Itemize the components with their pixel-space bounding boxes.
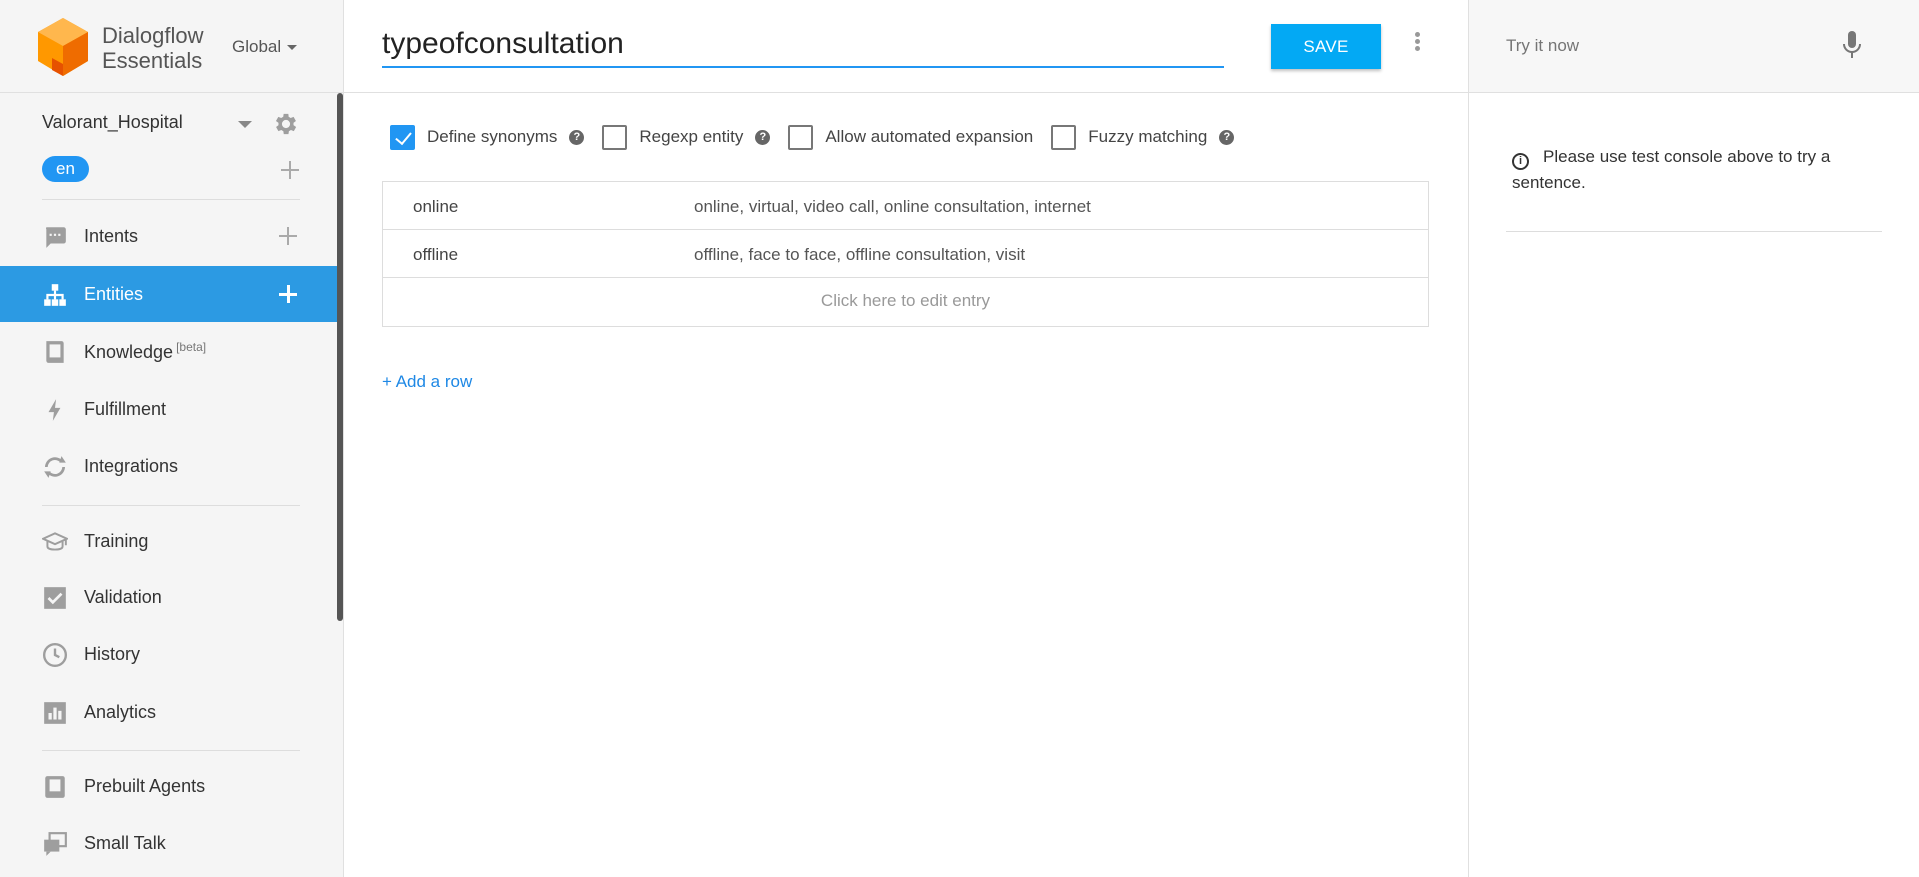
agent-selector[interactable]: Valorant_Hospital bbox=[42, 110, 302, 138]
product-name-line2: Essentials bbox=[102, 48, 203, 73]
sidebar-item-small-talk[interactable]: Small Talk bbox=[0, 815, 337, 871]
entry-synonyms[interactable]: online, virtual, video call, online cons… bbox=[694, 197, 1091, 217]
sidebar-item-label: Analytics bbox=[84, 701, 157, 722]
dialogflow-logo[interactable] bbox=[38, 18, 88, 76]
small-talk-icon bbox=[44, 832, 67, 856]
sidebar-item-label: Validation bbox=[84, 586, 162, 607]
entity-editor-header: SAVE bbox=[344, 0, 1468, 93]
table-row[interactable]: offline offline, face to face, offline c… bbox=[383, 230, 1428, 278]
sidebar-item-validation[interactable]: Validation bbox=[0, 569, 337, 625]
add-row-link[interactable]: + Add a row bbox=[382, 372, 472, 392]
info-icon: i bbox=[1512, 153, 1529, 170]
table-row[interactable]: online online, virtual, video call, onli… bbox=[383, 182, 1428, 230]
chevron-down-icon bbox=[287, 44, 298, 50]
knowledge-label: Knowledge bbox=[84, 341, 174, 362]
sidebar-item-intents[interactable]: Intents bbox=[0, 208, 337, 264]
option-label: Define synonyms bbox=[427, 127, 558, 146]
sidebar-item-knowledge[interactable]: Knowledge [beta] bbox=[0, 323, 337, 379]
sidebar-item-label: Prebuilt Agents bbox=[84, 775, 206, 796]
entry-reference-value[interactable]: online bbox=[413, 197, 458, 217]
region-selector[interactable]: Global bbox=[232, 37, 298, 57]
option-regexp-entity: Regexp entity ? bbox=[602, 124, 771, 150]
sidebar-scrollbar[interactable] bbox=[337, 93, 343, 621]
integrations-icon bbox=[44, 456, 66, 478]
option-label: Allow automated expansion bbox=[825, 127, 1034, 146]
beta-tag: [beta] bbox=[176, 339, 207, 354]
sidebar-item-integrations[interactable]: Integrations bbox=[0, 438, 337, 494]
add-intent-icon[interactable] bbox=[279, 227, 297, 245]
entity-name-input[interactable] bbox=[382, 22, 1224, 68]
entity-options: Define synonyms ? Regexp entity ? Allow … bbox=[390, 123, 1252, 151]
intents-icon bbox=[46, 227, 66, 248]
sidebar-item-label: Small Talk bbox=[84, 832, 166, 853]
sidebar-item-history[interactable]: History bbox=[0, 626, 337, 682]
regexp-entity-checkbox[interactable] bbox=[602, 124, 628, 150]
option-label: Regexp entity bbox=[639, 127, 744, 146]
product-name-line1: Dialogflow bbox=[102, 23, 204, 48]
product-name: Dialogflow Essentials bbox=[102, 23, 222, 73]
sidebar-item-prebuilt-agents[interactable]: Prebuilt Agents bbox=[0, 758, 337, 814]
info-message-text: Please use test console above to try a s… bbox=[1512, 147, 1831, 192]
add-entity-icon[interactable] bbox=[279, 285, 297, 303]
help-icon[interactable]: ? bbox=[1219, 129, 1235, 145]
language-badge[interactable]: en bbox=[42, 156, 89, 182]
entity-entries-table: online online, virtual, video call, onli… bbox=[382, 181, 1429, 327]
sidebar-divider bbox=[42, 505, 300, 506]
agent-dropdown-icon[interactable] bbox=[238, 121, 252, 128]
sidebar-item-entities[interactable]: Entities bbox=[0, 266, 337, 322]
prebuilt-agents-icon bbox=[45, 776, 65, 798]
add-language-icon[interactable] bbox=[281, 161, 299, 179]
sidebar-item-label: Intents bbox=[84, 225, 139, 246]
info-message: i Please use test console above to try a … bbox=[1512, 144, 1872, 195]
edit-entry-hint[interactable]: Click here to edit entry bbox=[383, 278, 1428, 324]
entry-synonyms[interactable]: offline, face to face, offline consultat… bbox=[694, 245, 1025, 265]
brand-header: Dialogflow Essentials Global bbox=[0, 0, 344, 93]
define-synonyms-checkbox[interactable] bbox=[390, 124, 415, 150]
more-options-icon[interactable] bbox=[1413, 32, 1421, 54]
knowledge-icon bbox=[46, 341, 64, 363]
help-icon[interactable]: ? bbox=[755, 129, 771, 145]
panel-divider bbox=[1506, 231, 1882, 232]
sidebar-item-training[interactable]: Training bbox=[0, 513, 337, 569]
option-automated-expansion: Allow automated expansion bbox=[788, 124, 1034, 150]
analytics-icon bbox=[44, 702, 66, 724]
sidebar-divider bbox=[42, 199, 300, 200]
fuzzy-matching-checkbox[interactable] bbox=[1051, 124, 1077, 150]
sidebar: Dialogflow Essentials Global Valorant_Ho… bbox=[0, 0, 344, 877]
test-console-panel: iPlease use test console above to try a … bbox=[1468, 0, 1919, 877]
help-icon[interactable]: ? bbox=[569, 129, 585, 145]
automated-expansion-checkbox[interactable] bbox=[788, 124, 814, 150]
sidebar-item-label: Fulfillment bbox=[84, 398, 167, 419]
sidebar-item-label: Knowledge [beta] bbox=[84, 340, 206, 363]
sidebar-item-label: History bbox=[84, 643, 141, 664]
region-label: Global bbox=[232, 37, 282, 56]
sidebar-item-analytics[interactable]: Analytics bbox=[0, 684, 337, 740]
table-row[interactable]: Click here to edit entry bbox=[383, 278, 1428, 326]
option-label: Fuzzy matching bbox=[1088, 127, 1208, 146]
fulfillment-icon bbox=[48, 399, 61, 421]
sidebar-divider bbox=[42, 750, 300, 751]
history-icon bbox=[42, 642, 68, 668]
option-define-synonyms: Define synonyms ? bbox=[390, 124, 585, 150]
microphone-icon[interactable] bbox=[1841, 30, 1863, 60]
option-fuzzy-matching: Fuzzy matching ? bbox=[1051, 124, 1235, 150]
sidebar-item-label: Entities bbox=[84, 283, 144, 304]
sidebar-item-fulfillment[interactable]: Fulfillment bbox=[0, 381, 337, 437]
save-button[interactable]: SAVE bbox=[1271, 24, 1381, 69]
sidebar-item-label: Training bbox=[84, 530, 149, 551]
entry-reference-value[interactable]: offline bbox=[413, 245, 458, 265]
entities-icon bbox=[44, 284, 66, 306]
validation-icon bbox=[44, 587, 66, 609]
gear-icon[interactable] bbox=[272, 110, 300, 138]
sidebar-item-label: Integrations bbox=[84, 455, 179, 476]
test-console-bar bbox=[1469, 0, 1919, 93]
try-it-now-input[interactable] bbox=[1506, 33, 1806, 59]
agent-name: Valorant_Hospital bbox=[42, 112, 183, 132]
language-row: en bbox=[42, 156, 302, 184]
training-icon bbox=[42, 532, 68, 551]
